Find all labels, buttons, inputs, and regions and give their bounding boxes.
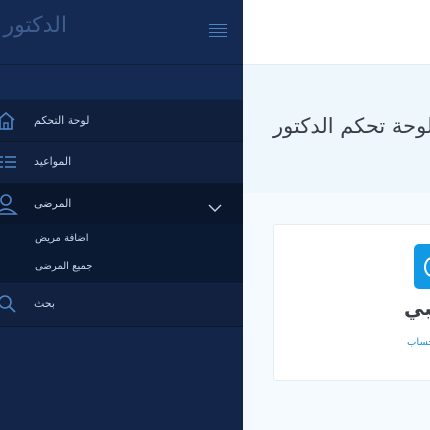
menu-toggle-icon[interactable] [209,24,227,38]
sidebar-item-appointments[interactable]: المواعيد [0,142,243,184]
app-title: الدكتور [3,13,67,38]
chevron-down-icon[interactable] [208,198,222,217]
sidebar-item-label: المرضى [34,197,72,210]
patients-submenu: اضافة مريض جميع المرضى [0,225,243,283]
submenu-item-add-patient[interactable]: اضافة مريض [35,233,89,244]
user-icon [0,194,18,220]
card-link[interactable]: حساب [407,337,430,348]
sidebar-item-label: بحث [34,297,55,310]
page-title: لوحة تحكم الدكتور [273,114,430,138]
submenu-item-all-patients[interactable]: جميع المرضى [35,261,92,272]
sidebar-item-patients[interactable]: المرضى [0,184,243,225]
home-icon [0,111,16,135]
list-icon [0,155,16,175]
sidebar-item-label: المواعيد [34,155,72,168]
sidebar-item-label: لوحة التحكم [34,114,90,127]
sidebar-item-search[interactable]: بحث [0,284,243,327]
top-bar [243,0,430,65]
sidebar-band [0,65,243,99]
search-icon [0,294,18,318]
card-title: عبي [404,296,430,320]
sidebar: الدكتور لوحة التحكم المواعيد المرضى اضاف… [0,0,243,430]
sidebar-header: الدكتور [0,0,243,65]
sidebar-item-dashboard[interactable]: لوحة التحكم [0,100,243,142]
